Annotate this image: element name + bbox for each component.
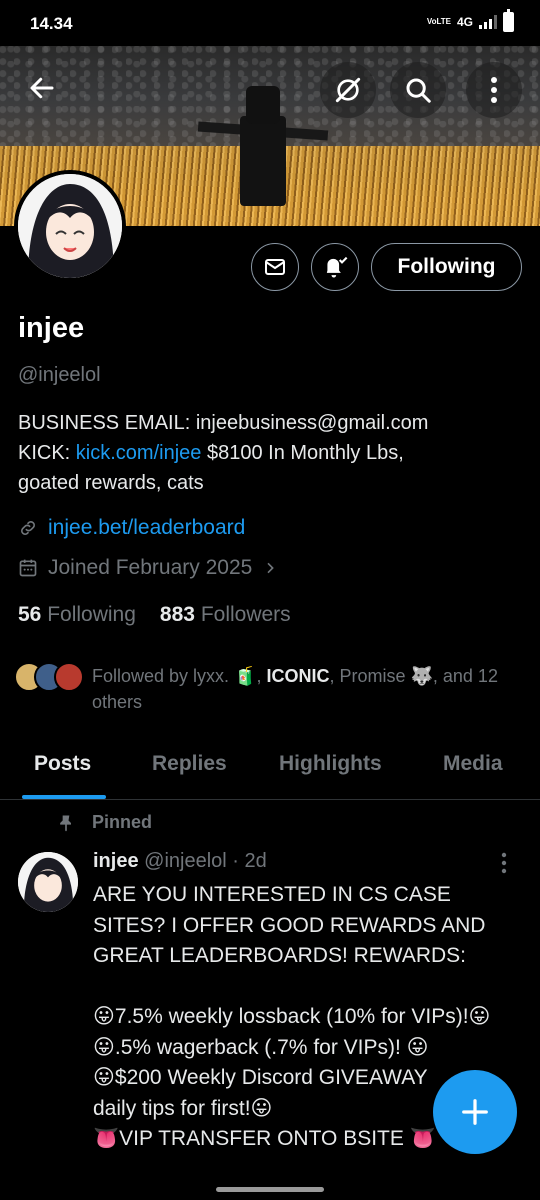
bio-line: goated rewards, cats <box>18 472 204 494</box>
tweet-header: injee @injeelol · 2d <box>93 850 267 873</box>
chevron-right-icon <box>267 562 275 574</box>
following-label: Following <box>47 603 136 626</box>
followed-by-prefix: Followed by lyxx. 🧃, <box>92 666 267 686</box>
link-icon <box>21 521 35 535</box>
bio-text: KICK: <box>18 442 76 464</box>
bio-text: $8100 In Monthly Lbs, <box>201 442 404 464</box>
pinned-text: Pinned <box>92 812 153 832</box>
notifications-button[interactable] <box>311 243 359 291</box>
tab-media[interactable]: Media <box>443 752 503 776</box>
followers-stat[interactable]: 883 Followers <box>160 603 291 627</box>
compose-button[interactable] <box>433 1070 517 1154</box>
more-options-button[interactable] <box>466 62 522 118</box>
status-bar: 14.34 VoLTE 4G <box>0 0 540 46</box>
avatar <box>54 662 84 692</box>
joined-row[interactable]: Joined February 2025 <box>18 556 278 580</box>
website-link[interactable]: injee.bet/leaderboard <box>48 516 245 540</box>
tweet-author-avatar[interactable] <box>18 852 78 912</box>
tweet-more-button[interactable] <box>500 852 508 879</box>
profile-avatar[interactable] <box>14 170 126 282</box>
pin-icon <box>60 815 71 831</box>
followed-by-name: ICONIC <box>266 666 330 686</box>
tweet-author-name[interactable]: injee <box>93 850 139 872</box>
avatar-illustration <box>18 852 78 912</box>
pinned-label-row: Pinned <box>56 812 152 833</box>
signal-icon <box>479 15 497 29</box>
tab-highlights[interactable]: Highlights <box>279 752 382 776</box>
grok-button[interactable] <box>320 62 376 118</box>
following-button[interactable]: Following <box>371 243 522 291</box>
follow-stats: 56 Following 883 Followers <box>18 603 291 627</box>
more-vertical-icon <box>501 852 507 874</box>
calendar-icon <box>19 559 37 577</box>
website-row: injee.bet/leaderboard <box>18 516 245 540</box>
search-button[interactable] <box>390 62 446 118</box>
bell-check-icon <box>326 256 348 278</box>
kick-link[interactable]: kick.com/injee <box>76 442 202 464</box>
battery-icon <box>503 9 514 32</box>
profile-name: injee <box>18 312 85 344</box>
bio-line: BUSINESS EMAIL: injeebusiness@gmail.com <box>18 412 429 434</box>
bio-line: KICK: kick.com/injee $8100 In Monthly Lb… <box>18 438 518 468</box>
profile-tabs: Posts Replies Highlights Media <box>0 738 540 800</box>
more-vertical-icon <box>491 77 497 103</box>
grok-icon <box>335 77 361 103</box>
active-tab-indicator <box>22 795 106 799</box>
tab-replies[interactable]: Replies <box>152 752 227 776</box>
plus-icon <box>462 1099 488 1125</box>
followers-label: Followers <box>200 603 291 626</box>
followed-by-avatars[interactable] <box>14 662 84 692</box>
followed-by-text[interactable]: Followed by lyxx. 🧃, ICONIC, Promise 🐺, … <box>92 663 532 715</box>
tweet-time: · 2d <box>226 850 267 872</box>
tweet-author-handle: @injeelol <box>144 850 227 872</box>
joined-date: Joined February 2025 <box>48 556 253 579</box>
profile-bio: BUSINESS EMAIL: injeebusiness@gmail.com … <box>18 408 518 498</box>
network-type: 4G <box>456 15 473 29</box>
tab-posts[interactable]: Posts <box>34 752 91 776</box>
gesture-bar[interactable] <box>216 1187 324 1192</box>
envelope-icon <box>265 259 285 275</box>
arrow-left-icon <box>30 77 54 99</box>
back-button[interactable] <box>14 60 70 116</box>
followers-count: 883 <box>159 603 195 626</box>
system-icons: VoLTE 4G <box>426 9 514 32</box>
banner-scarecrow <box>197 86 329 206</box>
search-icon <box>406 78 431 103</box>
following-stat[interactable]: 56 Following <box>18 603 136 627</box>
message-button[interactable] <box>251 243 299 291</box>
following-count: 56 <box>18 603 42 626</box>
avatar-illustration <box>18 174 122 278</box>
profile-handle: @injeelol <box>18 364 101 386</box>
status-time: 14.34 <box>30 14 73 33</box>
volte-indicator: VoLTE <box>426 17 451 26</box>
